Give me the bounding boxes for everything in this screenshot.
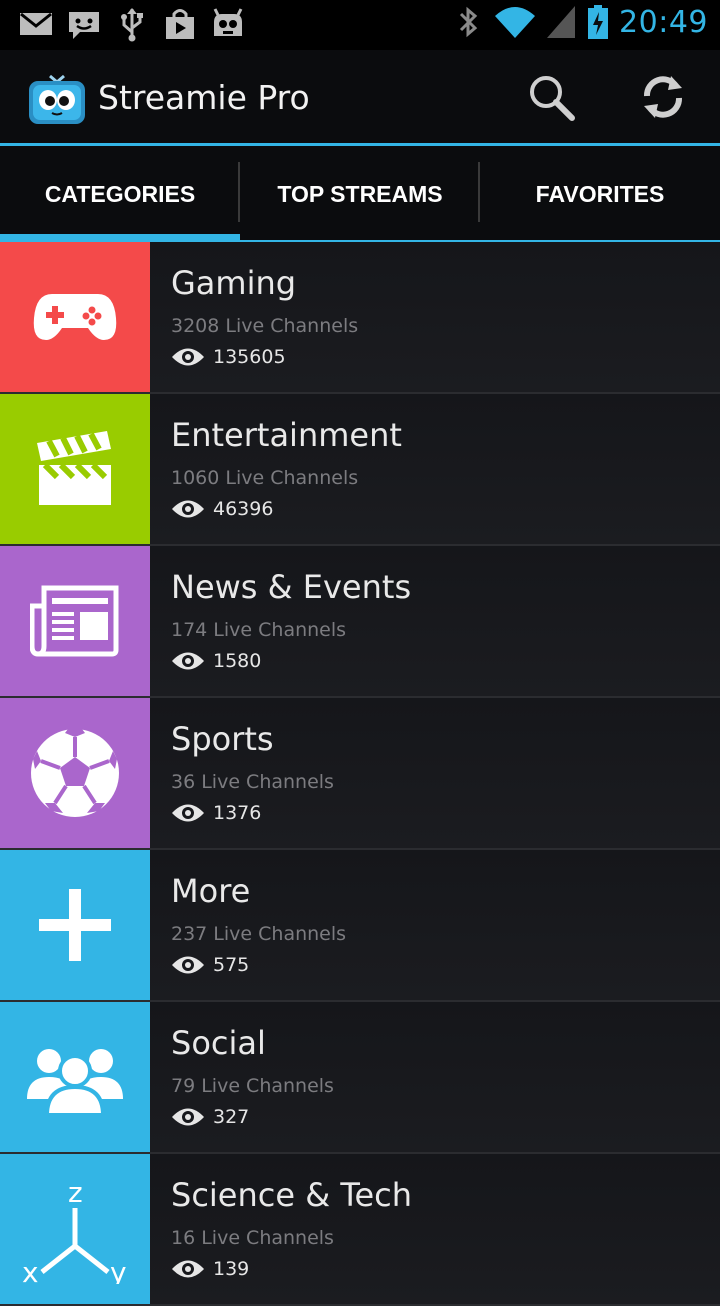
tab-indicator	[0, 234, 240, 242]
system-icons: 20:49	[455, 4, 708, 40]
viewer-count: 139	[213, 1258, 250, 1280]
eye-icon	[172, 348, 204, 366]
tab-label: CATEGORIES	[44, 180, 196, 207]
category-title: Social	[171, 1024, 266, 1062]
clock: 20:49	[619, 4, 708, 40]
soccer-ball-icon	[31, 729, 119, 817]
viewer-info: 575	[171, 954, 249, 976]
viewer-count: 1376	[213, 802, 262, 824]
category-row-sports[interactable]: Sports 36 Live Channels 1376	[0, 698, 720, 850]
gamepad-icon	[33, 294, 117, 340]
viewer-info: 46396	[171, 498, 273, 520]
viewer-count: 575	[213, 954, 250, 976]
category-tile	[0, 546, 150, 696]
category-title: More	[171, 872, 251, 910]
eye-icon	[172, 1108, 204, 1126]
shopping-bag-icon	[166, 9, 194, 39]
battery-charging-icon	[588, 5, 609, 39]
tab-label: TOP STREAMS	[277, 180, 443, 207]
tab-categories[interactable]: CATEGORIES	[0, 146, 240, 242]
newspaper-icon	[30, 585, 119, 657]
category-row-more[interactable]: More 237 Live Channels 575	[0, 850, 720, 1002]
category-tile	[0, 1002, 150, 1152]
action-bar: Streamie Pro	[0, 50, 720, 146]
bluetooth-icon	[459, 6, 478, 38]
channel-count: 237 Live Channels	[171, 923, 347, 945]
category-tile: z x y	[0, 1154, 150, 1304]
category-tile	[0, 850, 150, 1000]
viewer-info: 139	[171, 1258, 249, 1280]
usb-icon	[121, 8, 143, 42]
app-title: Streamie Pro	[98, 78, 310, 117]
mail-icon	[20, 12, 52, 35]
viewer-count: 135605	[213, 346, 286, 368]
refresh-icon[interactable]	[638, 72, 688, 122]
category-tile	[0, 242, 150, 392]
search-icon[interactable]	[526, 72, 576, 122]
channel-count: 174 Live Channels	[171, 619, 347, 641]
eye-icon	[172, 956, 204, 974]
category-row-science-tech[interactable]: z x y Science & Tech 16 Live Channels 13…	[0, 1154, 720, 1306]
channel-count: 16 Live Channels	[171, 1227, 334, 1249]
eye-icon	[172, 652, 204, 670]
status-bar: 20:49	[0, 0, 720, 50]
tab-top-streams[interactable]: TOP STREAMS	[240, 146, 480, 242]
viewer-info: 135605	[171, 346, 286, 368]
category-tile	[0, 394, 150, 544]
category-title: News & Events	[171, 568, 412, 606]
category-list: Gaming 3208 Live Channels 135605 Enterta…	[0, 242, 720, 1306]
category-tile	[0, 698, 150, 848]
channel-count: 3208 Live Channels	[171, 315, 359, 337]
svg-text:z: z	[68, 1176, 83, 1209]
category-row-social[interactable]: Social 79 Live Channels 327	[0, 1002, 720, 1154]
chat-icon	[69, 12, 99, 39]
category-title: Gaming	[171, 264, 297, 302]
cellular-signal-icon	[547, 6, 576, 38]
category-title: Sports	[171, 720, 274, 758]
tab-label: FAVORITES	[535, 180, 665, 207]
notification-icons	[18, 6, 246, 42]
plus-icon	[39, 889, 111, 961]
viewer-info: 1580	[171, 650, 261, 672]
eye-icon	[172, 1260, 204, 1278]
channel-count: 36 Live Channels	[171, 771, 334, 793]
viewer-count: 46396	[213, 498, 274, 520]
eye-icon	[172, 804, 204, 822]
xyz-axes-icon: z x y	[22, 1176, 127, 1284]
streamie-logo-icon	[29, 74, 85, 124]
viewer-info: 1376	[171, 802, 261, 824]
tab-favorites[interactable]: FAVORITES	[480, 146, 720, 242]
channel-count: 1060 Live Channels	[171, 467, 359, 489]
category-title: Entertainment	[171, 416, 402, 454]
channel-count: 79 Live Channels	[171, 1075, 334, 1097]
category-row-gaming[interactable]: Gaming 3208 Live Channels 135605	[0, 242, 720, 394]
people-icon	[27, 1049, 123, 1117]
tab-bar: CATEGORIES TOP STREAMS FAVORITES	[0, 146, 720, 242]
clapperboard-icon	[37, 431, 111, 505]
category-row-entertainment[interactable]: Entertainment 1060 Live Channels 46396	[0, 394, 720, 546]
viewer-count: 1580	[213, 650, 262, 672]
category-title: Science & Tech	[171, 1176, 413, 1214]
android-robot-icon	[213, 8, 243, 36]
wifi-icon	[495, 7, 536, 38]
viewer-info: 327	[171, 1106, 249, 1128]
viewer-count: 327	[213, 1106, 250, 1128]
eye-icon	[172, 500, 204, 518]
category-row-news-events[interactable]: News & Events 174 Live Channels 1580	[0, 546, 720, 698]
